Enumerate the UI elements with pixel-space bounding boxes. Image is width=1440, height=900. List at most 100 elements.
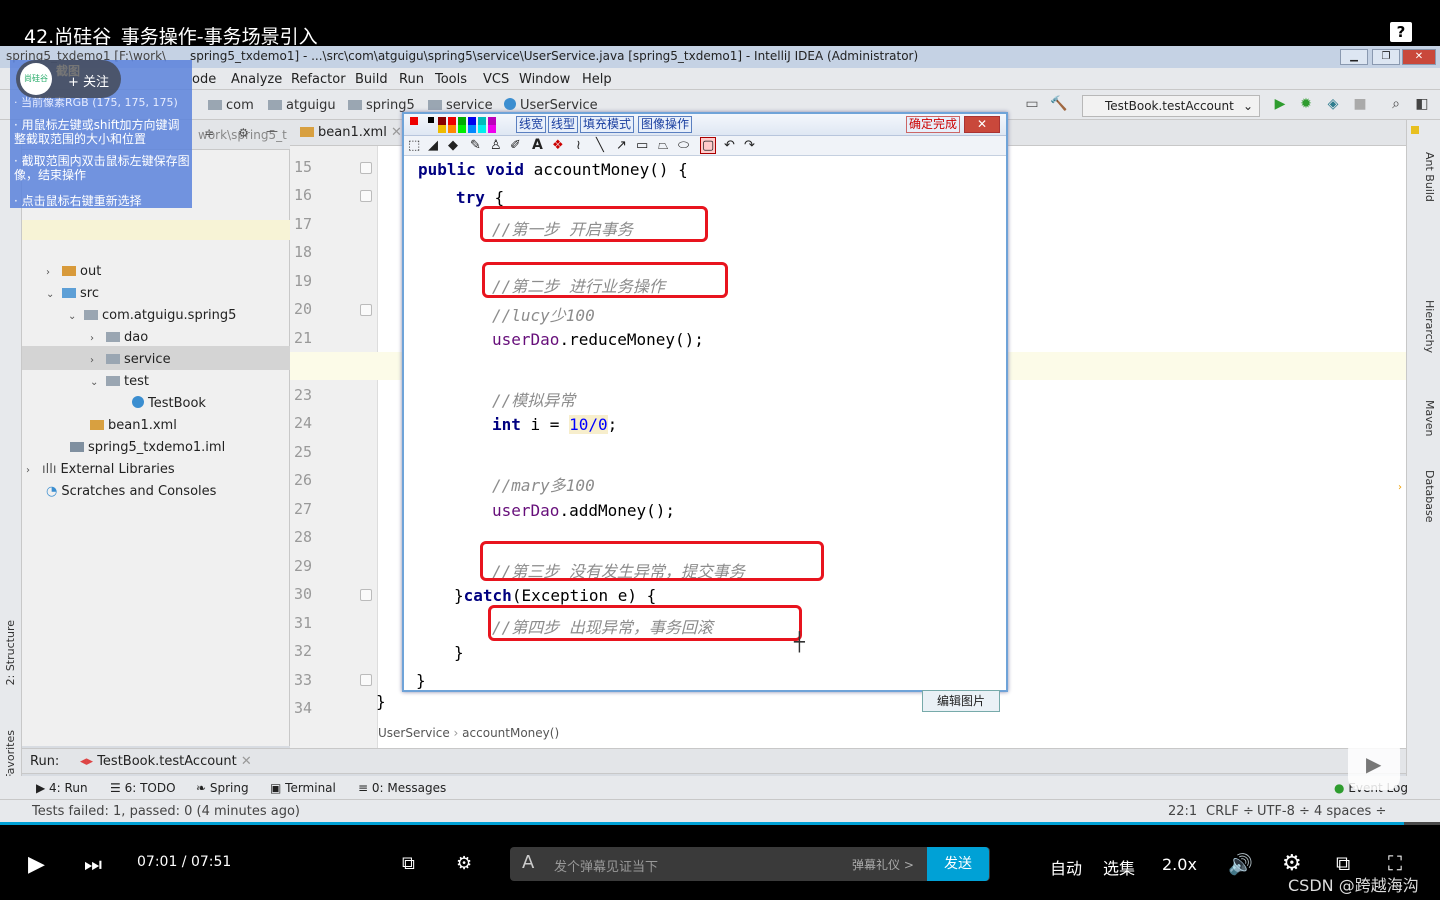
confirm-done-button[interactable]: 确定完成 <box>906 116 961 133</box>
color-swatch[interactable] <box>458 125 466 133</box>
breadcrumb-service[interactable]: service <box>428 98 493 113</box>
back-icon[interactable]: ▭ <box>1024 96 1040 112</box>
maximize-button[interactable]: ❐ <box>1372 49 1400 65</box>
redo-icon[interactable]: ↷ <box>744 138 755 153</box>
breadcrumb-atguigu[interactable]: atguigu <box>268 98 336 113</box>
tab-todo[interactable]: ☰ 6: TODO <box>110 781 176 795</box>
run-config-select[interactable]: TestBook.testAccount ⌄ <box>1082 95 1260 117</box>
tab-run[interactable]: ▶ 4: Run <box>36 781 88 795</box>
tree-item-testbook[interactable]: TestBook <box>132 396 206 411</box>
line-separator[interactable]: CRLF ÷ <box>1206 804 1254 819</box>
polygon-icon[interactable]: ⏢ <box>658 138 668 153</box>
color-swatch[interactable] <box>428 117 434 123</box>
hierarchy-tool-tab[interactable]: Hierarchy <box>1423 300 1436 353</box>
color-swatch[interactable] <box>458 117 466 125</box>
coverage-icon[interactable]: ◈ <box>1325 96 1341 112</box>
color-swatch[interactable] <box>438 117 446 125</box>
line-icon[interactable]: ╲ <box>596 138 604 153</box>
text-tool-icon[interactable]: A <box>532 137 543 153</box>
code-breadcrumb-class[interactable]: UserService <box>378 726 450 740</box>
tree-item-out[interactable]: › out <box>46 264 101 279</box>
fold-marker-icon[interactable] <box>360 589 372 601</box>
menu-window[interactable]: Window <box>519 72 570 87</box>
help-icon[interactable]: ? <box>1390 22 1412 42</box>
minimize-button[interactable]: ▁ <box>1340 49 1368 65</box>
tree-item-iml[interactable]: spring5_txdemo1.iml <box>70 440 225 455</box>
menu-analyze[interactable]: Analyze <box>231 72 282 87</box>
database-tool-tab[interactable]: Database <box>1423 470 1436 523</box>
color-swatch[interactable] <box>488 125 496 133</box>
menu-build[interactable]: Build <box>355 72 388 87</box>
send-danmaku-button[interactable]: 发送 <box>927 847 989 881</box>
menu-help[interactable]: Help <box>582 72 612 87</box>
color-swatch[interactable] <box>438 125 446 133</box>
next-icon[interactable]: ⏭ <box>84 852 102 876</box>
line-style-button[interactable]: 线型 <box>548 116 579 133</box>
episodes-button[interactable]: 选集 <box>1103 855 1135 879</box>
tree-item-package[interactable]: ⌄ com.atguigu.spring5 <box>68 308 236 323</box>
danmaku-toggle-icon[interactable]: ⧉ <box>402 853 415 874</box>
tree-item-scratches[interactable]: ◔ Scratches and Consoles <box>46 484 216 499</box>
debug-icon[interactable]: ✹ <box>1298 96 1314 112</box>
magnet-icon[interactable]: ❖ <box>552 138 564 153</box>
follow-badge[interactable]: 尚硅谷 + 关注 <box>16 60 121 98</box>
tree-item-bean1[interactable]: bean1.xml <box>90 418 177 433</box>
menu-tools[interactable]: Tools <box>435 72 467 87</box>
play-icon[interactable]: ▶ <box>28 852 45 877</box>
color-swatch[interactable] <box>478 125 486 133</box>
gear-icon[interactable]: ⚙ <box>238 126 249 140</box>
close-capture-button[interactable]: ✕ <box>964 116 1000 133</box>
mini-player-icon[interactable]: ▶ <box>1348 738 1400 790</box>
quality-auto-button[interactable]: 自动 <box>1050 855 1082 879</box>
maven-tool-tab[interactable]: Maven <box>1423 400 1436 436</box>
color-swatch[interactable] <box>468 117 476 125</box>
picker-icon[interactable]: ✎ <box>470 138 481 153</box>
collapse-icon[interactable]: ≑ <box>204 126 214 140</box>
pen-icon[interactable]: ✐ <box>510 138 521 153</box>
fill-mode-button[interactable]: 填充模式 <box>580 116 635 133</box>
curve-icon[interactable]: ≀ <box>576 138 581 153</box>
ellipse-icon[interactable]: ⬭ <box>678 138 689 153</box>
tab-messages[interactable]: ≡ 0: Messages <box>358 781 446 795</box>
close-window-button[interactable]: ✕ <box>1402 49 1436 65</box>
search-icon[interactable]: ⌕ <box>1388 96 1404 112</box>
tree-item-service[interactable]: › service <box>90 352 171 367</box>
caret-position[interactable]: 22:1 <box>1168 804 1197 819</box>
indent-setting[interactable]: 4 spaces ÷ <box>1314 804 1386 819</box>
close-tab-icon[interactable]: ✕ <box>241 754 252 769</box>
menu-code-partial[interactable]: ode <box>192 72 216 87</box>
breadcrumb-spring5[interactable]: spring5 <box>348 98 415 113</box>
volume-icon[interactable]: 🔊 <box>1228 852 1253 876</box>
close-tab-icon[interactable]: ✕ <box>391 125 402 140</box>
ant-build-tool-tab[interactable]: Ant Build <box>1423 152 1436 202</box>
undo-icon[interactable]: ↶ <box>724 138 735 153</box>
rectangle-icon[interactable]: ▭ <box>636 138 648 153</box>
speed-button[interactable]: 2.0x <box>1162 855 1197 874</box>
fold-marker-icon[interactable] <box>360 674 372 686</box>
danmaku-input[interactable]: A 发个弹幕见证当下 弹幕礼仪 > <box>510 847 990 881</box>
editor-tab-bean1[interactable]: bean1.xml ✕ <box>300 125 402 140</box>
arrow-icon[interactable]: ↗ <box>616 138 627 153</box>
tree-item-dao[interactable]: › dao <box>90 330 148 345</box>
tree-item-src[interactable]: ⌄ src <box>46 286 99 301</box>
stop-icon[interactable]: ■ <box>1352 96 1368 112</box>
tab-terminal[interactable]: ▣ Terminal <box>270 781 336 795</box>
edit-image-button[interactable]: 编辑图片 <box>922 690 1000 712</box>
fold-marker-icon[interactable] <box>360 162 372 174</box>
color-swatch[interactable] <box>448 117 456 125</box>
brush-icon[interactable]: ♙ <box>490 138 502 153</box>
menu-refactor[interactable]: Refactor <box>291 72 346 87</box>
eraser-icon[interactable]: ◢ <box>428 138 438 153</box>
fill-bucket-icon[interactable]: ◆ <box>448 138 458 153</box>
fold-marker-icon[interactable] <box>360 190 372 202</box>
tab-spring[interactable]: ❧ Spring <box>196 781 249 795</box>
tree-item-test[interactable]: ⌄ test <box>90 374 149 389</box>
danmaku-etiquette-link[interactable]: 弹幕礼仪 > <box>852 856 914 873</box>
color-swatch[interactable] <box>468 125 476 133</box>
encoding[interactable]: UTF-8 ÷ <box>1257 804 1310 819</box>
run-tab[interactable]: ◂▸ TestBook.testAccount ✕ <box>80 754 252 769</box>
rounded-rect-icon[interactable]: ▢ <box>700 137 717 154</box>
breadcrumb-userservice[interactable]: UserService <box>504 98 598 113</box>
color-swatch[interactable] <box>410 117 418 125</box>
image-ops-button[interactable]: 图像操作 <box>638 116 693 133</box>
